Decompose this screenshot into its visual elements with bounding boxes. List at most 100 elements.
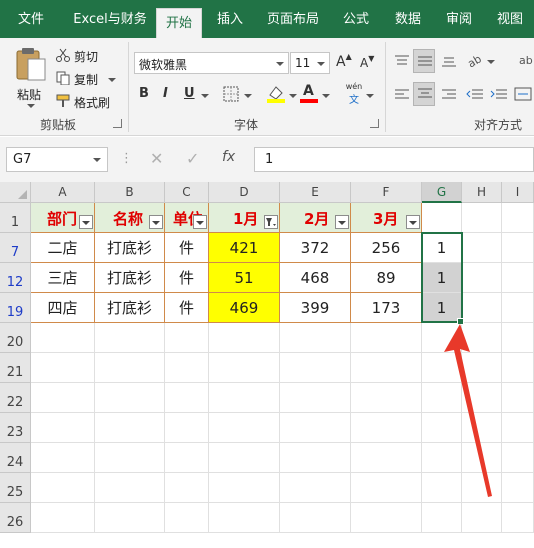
- column-header-a[interactable]: A: [31, 182, 95, 203]
- row-header[interactable]: 25: [0, 473, 31, 503]
- increase-indent-icon[interactable]: [490, 88, 508, 102]
- column-header-f[interactable]: F: [351, 182, 422, 203]
- column-header-h[interactable]: H: [462, 182, 502, 203]
- row-header[interactable]: 20: [0, 323, 31, 353]
- empty-cell[interactable]: [351, 413, 422, 443]
- filter-dropdown-icon[interactable]: [79, 215, 93, 229]
- filter-dropdown-icon[interactable]: [335, 215, 349, 229]
- empty-cell[interactable]: [165, 503, 209, 533]
- table-cell[interactable]: 421: [209, 233, 280, 263]
- empty-cell[interactable]: [462, 233, 502, 263]
- tab-insert[interactable]: 插入: [206, 0, 254, 38]
- table-cell[interactable]: 件: [165, 263, 209, 293]
- filter-dropdown-icon[interactable]: [149, 215, 163, 229]
- empty-cell[interactable]: [502, 263, 534, 293]
- empty-cell[interactable]: [422, 503, 462, 533]
- empty-cell[interactable]: [351, 473, 422, 503]
- empty-cell[interactable]: [95, 323, 165, 353]
- row-header[interactable]: 23: [0, 413, 31, 443]
- chevron-down-icon[interactable]: [322, 94, 330, 98]
- empty-cell[interactable]: [95, 473, 165, 503]
- column-header-d[interactable]: D: [209, 182, 280, 203]
- table-cell[interactable]: 三店: [31, 263, 95, 293]
- row-header[interactable]: 7: [0, 233, 31, 263]
- chevron-down-icon[interactable]: [366, 94, 374, 98]
- chevron-down-icon[interactable]: [289, 94, 297, 98]
- empty-cell[interactable]: [280, 323, 351, 353]
- empty-cell[interactable]: [462, 263, 502, 293]
- align-right-icon[interactable]: [441, 88, 457, 102]
- empty-cell[interactable]: [502, 233, 534, 263]
- row-header[interactable]: 1: [0, 203, 31, 233]
- empty-cell[interactable]: [31, 383, 95, 413]
- table-cell[interactable]: 打底衫: [95, 263, 165, 293]
- empty-cell[interactable]: [502, 293, 534, 323]
- empty-cell[interactable]: [351, 383, 422, 413]
- table-cell[interactable]: 256: [351, 233, 422, 263]
- shrink-font-button[interactable]: A ▼: [360, 54, 378, 74]
- phonetic-button[interactable]: wén 文: [343, 82, 365, 106]
- tab-data[interactable]: 数据: [386, 0, 430, 38]
- table-cell[interactable]: 四店: [31, 293, 95, 323]
- empty-cell[interactable]: [351, 503, 422, 533]
- empty-cell[interactable]: [502, 353, 534, 383]
- empty-cell[interactable]: [209, 443, 280, 473]
- chevron-down-icon[interactable]: [487, 60, 495, 64]
- copy-button[interactable]: 复制: [56, 69, 116, 89]
- enter-icon[interactable]: ✓: [186, 149, 199, 168]
- empty-cell[interactable]: [209, 383, 280, 413]
- row-header[interactable]: 24: [0, 443, 31, 473]
- cancel-icon[interactable]: ✕: [150, 149, 163, 168]
- cell-g1[interactable]: [422, 203, 462, 233]
- align-center-button[interactable]: [413, 82, 435, 106]
- tab-formulas[interactable]: 公式: [334, 0, 378, 38]
- tab-home[interactable]: 开始: [156, 8, 202, 38]
- align-bottom-icon[interactable]: [441, 54, 457, 68]
- empty-cell[interactable]: [165, 323, 209, 353]
- row-header[interactable]: 21: [0, 353, 31, 383]
- underline-button[interactable]: U: [184, 86, 195, 101]
- empty-cell[interactable]: [502, 413, 534, 443]
- empty-cell[interactable]: [280, 353, 351, 383]
- formula-input[interactable]: 1: [254, 147, 534, 172]
- cut-button[interactable]: 剪切: [56, 46, 116, 66]
- empty-cell[interactable]: [95, 383, 165, 413]
- table-cell[interactable]: 二店: [31, 233, 95, 263]
- empty-cell[interactable]: [351, 443, 422, 473]
- empty-cell[interactable]: [351, 323, 422, 353]
- empty-cell[interactable]: [351, 353, 422, 383]
- empty-cell[interactable]: [462, 293, 502, 323]
- empty-cell[interactable]: [165, 383, 209, 413]
- empty-cell[interactable]: [209, 503, 280, 533]
- empty-cell[interactable]: [280, 443, 351, 473]
- align-top-icon[interactable]: [394, 54, 410, 68]
- select-all-corner[interactable]: [0, 182, 31, 203]
- row-header[interactable]: 12: [0, 263, 31, 293]
- merge-center-icon[interactable]: [514, 86, 532, 102]
- wrap-text-icon[interactable]: ab: [518, 52, 534, 68]
- row-header[interactable]: 19: [0, 293, 31, 323]
- table-cell[interactable]: 468: [280, 263, 351, 293]
- tab-excel-finance[interactable]: Excel与财务: [64, 0, 156, 38]
- font-family-select[interactable]: 微软雅黑: [134, 52, 289, 74]
- worksheet-grid[interactable]: A B C D E F G H I 1 部门 名称 单位 1月 2月 3月 7二…: [0, 182, 534, 548]
- chevron-down-icon[interactable]: [201, 94, 209, 98]
- empty-cell[interactable]: [165, 443, 209, 473]
- empty-cell[interactable]: [31, 443, 95, 473]
- empty-cell[interactable]: [31, 503, 95, 533]
- column-header-g[interactable]: G: [422, 182, 462, 203]
- font-size-select[interactable]: 11: [290, 52, 330, 74]
- empty-cell[interactable]: [280, 413, 351, 443]
- empty-cell[interactable]: [280, 383, 351, 413]
- cell-h1[interactable]: [462, 203, 502, 233]
- filter-dropdown-icon[interactable]: [406, 215, 420, 229]
- empty-cell[interactable]: [95, 503, 165, 533]
- empty-cell[interactable]: [95, 353, 165, 383]
- table-cell[interactable]: 399: [280, 293, 351, 323]
- italic-button[interactable]: I: [163, 86, 168, 101]
- empty-cell[interactable]: [31, 323, 95, 353]
- empty-cell[interactable]: [502, 503, 534, 533]
- empty-cell[interactable]: [280, 473, 351, 503]
- empty-cell[interactable]: [165, 413, 209, 443]
- empty-cell[interactable]: [502, 323, 534, 353]
